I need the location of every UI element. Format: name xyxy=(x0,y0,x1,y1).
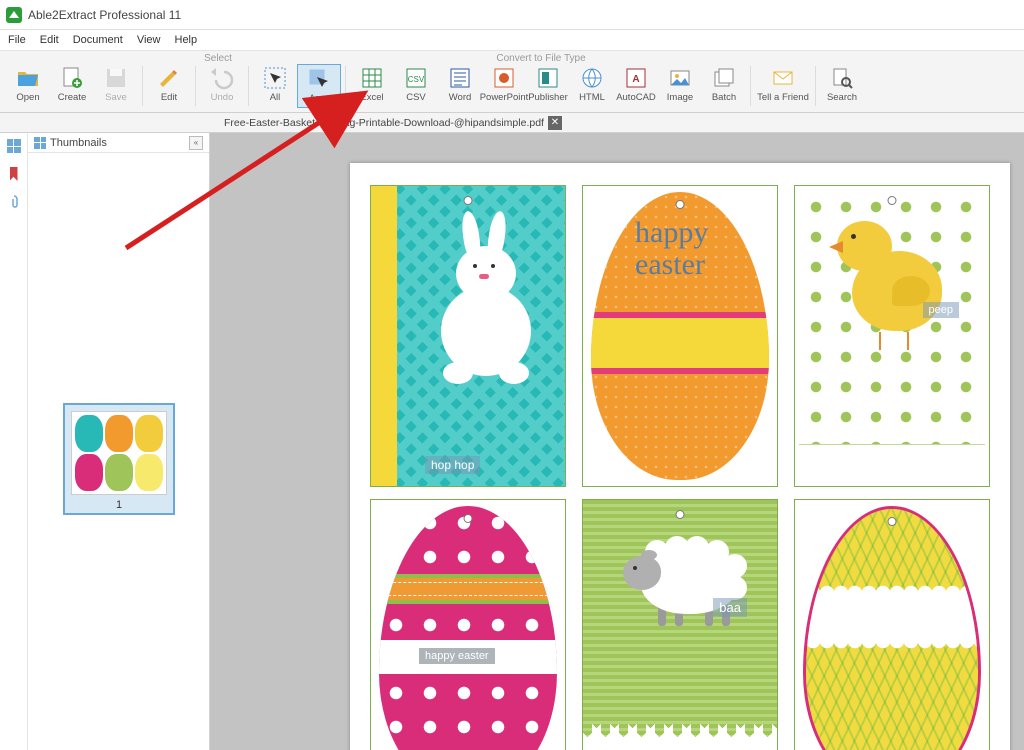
convert-word-button[interactable]: Word xyxy=(438,64,482,108)
egg2-badge: happy easter xyxy=(419,648,495,664)
document-tab-filename[interactable]: Free-Easter-Basket-Gift-Tag-Printable-Do… xyxy=(224,117,544,129)
toolbar-group-convert-label: Convert to File Type xyxy=(258,53,1024,64)
gift-tag-chick: peep xyxy=(794,185,990,487)
svg-text:CSV: CSV xyxy=(408,75,425,84)
save-icon xyxy=(104,66,128,90)
folder-open-icon xyxy=(16,66,40,90)
edit-button[interactable]: Edit xyxy=(147,64,191,108)
menu-edit[interactable]: Edit xyxy=(40,34,59,46)
thumbnails-view-icon[interactable] xyxy=(7,139,21,153)
gift-tag-sheep: baa xyxy=(582,499,778,750)
toolbar: Select Convert to File Type Open Create … xyxy=(0,50,1024,113)
egg1-text-line1: happy xyxy=(635,216,708,250)
mail-icon xyxy=(771,66,795,90)
image-icon xyxy=(668,66,692,90)
chick-badge: peep xyxy=(923,302,959,318)
convert-csv-button[interactable]: CSVCSV xyxy=(394,64,438,108)
convert-publisher-button[interactable]: Publisher xyxy=(526,64,570,108)
search-icon xyxy=(830,66,854,90)
convert-powerpoint-button[interactable]: PowerPoint xyxy=(482,64,526,108)
html-icon xyxy=(580,66,604,90)
convert-excel-button[interactable]: Excel xyxy=(350,64,394,108)
bunny-badge: hop hop xyxy=(425,456,480,474)
close-tab-button[interactable]: ✕ xyxy=(548,116,562,130)
tell-friend-button[interactable]: Tell a Friend xyxy=(755,64,811,108)
svg-text:A: A xyxy=(632,74,639,85)
select-area-button[interactable]: Area xyxy=(297,64,341,108)
app-logo-icon xyxy=(6,7,22,23)
create-button[interactable]: Create xyxy=(50,64,94,108)
pencil-icon xyxy=(157,66,181,90)
file-new-icon xyxy=(60,66,84,90)
bunny-illustration xyxy=(431,216,541,386)
search-button[interactable]: Search xyxy=(820,64,864,108)
document-tab-bar: Free-Easter-Basket-Gift-Tag-Printable-Do… xyxy=(0,113,1024,133)
thumbnails-title: Thumbnails xyxy=(50,137,107,149)
bookmark-icon[interactable] xyxy=(10,167,18,181)
title-bar: Able2Extract Professional 11 xyxy=(0,0,1024,30)
autocad-icon: A xyxy=(624,66,648,90)
open-button[interactable]: Open xyxy=(6,64,50,108)
side-tool-strip xyxy=(0,133,28,750)
undo-icon xyxy=(210,66,234,90)
select-all-button[interactable]: All xyxy=(253,64,297,108)
publisher-icon xyxy=(536,66,560,90)
chick-illustration xyxy=(837,216,957,346)
convert-image-button[interactable]: Image xyxy=(658,64,702,108)
gift-tag-egg-orange: happy easter xyxy=(582,185,778,487)
menu-bar: File Edit Document View Help xyxy=(0,30,1024,50)
egg1-text-line2: easter xyxy=(635,248,705,282)
cursor-area-icon xyxy=(307,67,331,91)
gift-tag-egg-pink: happy easter xyxy=(370,499,566,750)
thumbnail-page-number: 1 xyxy=(71,499,167,511)
cursor-all-icon xyxy=(263,66,287,90)
save-button: Save xyxy=(94,64,138,108)
collapse-panel-button[interactable]: « xyxy=(189,136,203,150)
undo-button: Undo xyxy=(200,64,244,108)
excel-icon xyxy=(360,66,384,90)
gift-tag-egg-yellow: happy easter xyxy=(794,499,990,750)
menu-file[interactable]: File xyxy=(8,34,26,46)
app-title: Able2Extract Professional 11 xyxy=(28,8,181,22)
menu-document[interactable]: Document xyxy=(73,34,123,46)
convert-html-button[interactable]: HTML xyxy=(570,64,614,108)
menu-help[interactable]: Help xyxy=(175,34,198,46)
attachment-icon[interactable] xyxy=(7,195,21,209)
convert-autocad-button[interactable]: AAutoCAD xyxy=(614,64,658,108)
batch-button[interactable]: Batch xyxy=(702,64,746,108)
powerpoint-icon xyxy=(492,66,516,90)
menu-view[interactable]: View xyxy=(137,34,161,46)
word-icon xyxy=(448,66,472,90)
batch-icon xyxy=(712,66,736,90)
sheep-badge: baa xyxy=(713,598,747,617)
page-thumbnail[interactable]: 1 xyxy=(63,403,175,515)
csv-icon: CSV xyxy=(404,66,428,90)
pdf-page: hop hop happy easter xyxy=(350,163,1010,750)
gift-tag-bunny: hop hop xyxy=(370,185,566,487)
document-viewport[interactable]: hop hop happy easter xyxy=(210,133,1024,750)
toolbar-group-select-label: Select xyxy=(178,53,258,64)
thumbnails-panel: Thumbnails « 1 xyxy=(28,133,210,750)
